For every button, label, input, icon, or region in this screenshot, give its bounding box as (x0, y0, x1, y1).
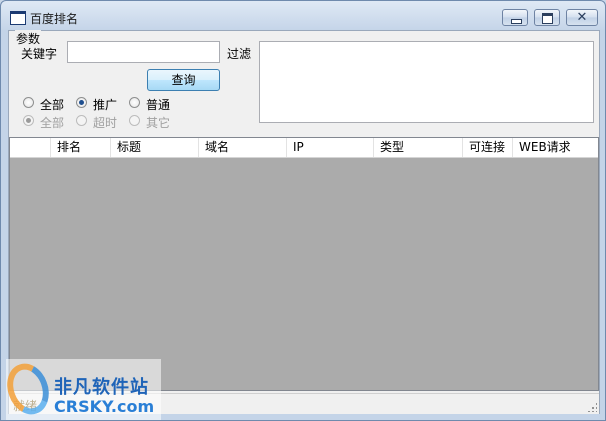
window-title: 百度排名 (30, 12, 79, 26)
radio-indicator (23, 97, 34, 108)
radio-label: 超时 (93, 116, 118, 130)
radio-label: 推广 (93, 98, 118, 112)
column-header-domain[interactable]: 域名 (198, 138, 286, 157)
watermark-logo: 非凡软件站 CRSKY.com (1, 357, 161, 420)
column-header-web-request[interactable]: WEB请求 (512, 138, 598, 157)
watermark-text-cn: 非凡软件站 (54, 377, 149, 398)
radio-indicator (23, 115, 34, 126)
watermark-text-en: CRSKY.com (54, 397, 155, 416)
column-header-rank[interactable]: 排名 (50, 138, 110, 157)
radio-label: 全部 (40, 116, 65, 130)
radio-indicator (76, 115, 87, 126)
close-button[interactable]: ✕ (566, 9, 598, 26)
title-bar[interactable]: 百度排名 ✕ (1, 1, 605, 29)
app-window: 百度排名 ✕ 参数 关键字 查询 过滤 全部 推广 普通 全部 超时 其它 排名… (0, 0, 606, 421)
column-header-title[interactable]: 标题 (110, 138, 198, 157)
keyword-input[interactable] (67, 41, 220, 63)
minimize-button[interactable] (502, 9, 528, 26)
minimize-icon (503, 10, 527, 25)
maximize-icon (535, 10, 559, 25)
radio-indicator (129, 97, 140, 108)
table-header: 排名 标题 域名 IP 类型 可连接 WEB请求 (10, 138, 598, 158)
radio-label: 其它 (146, 116, 171, 130)
radio-indicator (76, 97, 87, 108)
query-button[interactable]: 查询 (147, 69, 220, 91)
column-header-ip[interactable]: IP (286, 138, 373, 157)
radio-label: 全部 (40, 98, 65, 112)
maximize-button[interactable] (534, 9, 560, 26)
resize-grip-icon[interactable] (587, 402, 597, 412)
column-header-index[interactable] (10, 138, 50, 157)
filter-textarea[interactable] (259, 41, 594, 123)
close-icon: ✕ (576, 10, 588, 25)
column-header-connectable[interactable]: 可连接 (462, 138, 512, 157)
radio-indicator (129, 115, 140, 126)
filter-label: 过滤 (227, 47, 252, 61)
client-area: 参数 关键字 查询 过滤 全部 推广 普通 全部 超时 其它 排名 标题 域名 … (8, 30, 600, 414)
results-table[interactable]: 排名 标题 域名 IP 类型 可连接 WEB请求 (9, 137, 599, 391)
keyword-label: 关键字 (21, 47, 58, 61)
app-window-icon (10, 11, 26, 25)
column-header-type[interactable]: 类型 (373, 138, 462, 157)
radio-label: 普通 (146, 98, 171, 112)
